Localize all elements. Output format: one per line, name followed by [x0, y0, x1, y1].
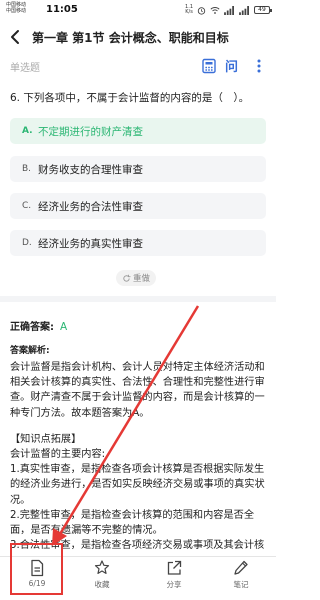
redo-button[interactable]: 重做 — [116, 270, 157, 286]
correct-answer: 正确答案: A — [10, 318, 67, 333]
calculator-button[interactable] — [200, 57, 218, 75]
option-text: 经济业务的合法性审查 — [38, 200, 143, 213]
knowledge-title: 【知识点拓展】 — [10, 433, 82, 445]
section-divider — [0, 296, 276, 302]
option-a[interactable]: A. 不定期进行的财产清查 — [10, 118, 266, 144]
back-arrow-icon — [11, 30, 19, 44]
carrier-2: 中国移动 — [6, 8, 27, 14]
favorite-label: 收藏 — [94, 580, 110, 589]
signal-icon-2 — [239, 5, 249, 15]
status-icons: 1.1 K/s 49 — [185, 4, 272, 16]
net-speed-unit: K/s — [185, 9, 193, 15]
svg-text:问: 问 — [225, 59, 238, 75]
signal-icon — [224, 5, 234, 15]
correct-answer-value: A — [60, 321, 68, 333]
carrier-info: 中国移动 中国移动 — [6, 2, 26, 14]
back-button[interactable] — [6, 26, 26, 48]
knowledge-point-2: 2.完整性审查，是指检查会计核算的范围和内容是否全面，是否有遗漏等不完整的情况。 — [10, 509, 255, 537]
option-d[interactable]: D. 经济业务的真实性审查 — [10, 230, 266, 256]
battery-icon: 49 — [254, 6, 272, 14]
knowledge-point-1: 1.真实性审查，是指检查各项会计核算是否根据实际发生的经济业务进行，是否如实反映… — [10, 464, 265, 506]
option-text: 经济业务的真实性审查 — [38, 237, 143, 250]
pen-icon — [234, 560, 248, 575]
net-speed: 1.1 K/s — [185, 5, 193, 15]
status-bar: 中国移动 中国移动 11:05 1.1 K/s 49 — [0, 0, 276, 22]
page-title: 第一章 第1节 会计概念、职能和目标 — [32, 31, 229, 45]
notes-label: 笔记 — [233, 580, 249, 589]
star-icon — [94, 560, 110, 574]
notes-button[interactable]: 笔记 — [216, 559, 266, 599]
question-text: 6. 下列各项中，不属于会计监督的内容的是（ ）。 — [10, 92, 250, 104]
calculator-icon — [202, 58, 216, 74]
option-letter: C. — [22, 201, 32, 211]
share-button[interactable]: 分享 — [149, 559, 199, 599]
redo-icon — [123, 274, 131, 282]
option-text: 不定期进行的财产清查 — [38, 125, 143, 138]
question-icon: 问 — [225, 59, 238, 75]
correct-answer-label: 正确答案: — [10, 322, 54, 333]
nav-bar: 第一章 第1节 会计概念、职能和目标 — [0, 22, 276, 52]
alarm-icon — [197, 6, 206, 15]
question-toolbar: 单选题 问 — [0, 54, 276, 78]
analysis-body: 会计监督是指会计机构、会计人员对特定主体经济活动和相关会计核算的真实性、合法性、… — [10, 360, 268, 553]
analysis-label: 答案解析: — [10, 346, 50, 356]
share-icon — [167, 560, 182, 575]
option-b[interactable]: B. 财务收支的合理性审查 — [10, 156, 266, 182]
highlight-box — [10, 543, 63, 595]
option-letter: D. — [22, 238, 32, 248]
option-letter: A. — [22, 126, 33, 136]
favorite-button[interactable]: 收藏 — [77, 559, 127, 599]
clock: 11:05 — [46, 4, 78, 15]
analysis-paragraph: 会计监督是指会计机构、会计人员对特定主体经济活动和相关会计核算的真实性、合法性、… — [10, 362, 265, 419]
option-text: 财务收支的合理性审查 — [38, 163, 143, 176]
wifi-icon — [210, 6, 220, 14]
option-letter: B. — [22, 164, 32, 174]
more-icon — [257, 59, 261, 73]
share-label: 分享 — [166, 580, 182, 589]
question-feedback-button[interactable]: 问 — [224, 57, 242, 75]
option-c[interactable]: C. 经济业务的合法性审查 — [10, 193, 266, 219]
question-type-label: 单选题 — [10, 63, 40, 74]
knowledge-intro: 会计监督的主要内容: — [10, 449, 106, 461]
more-button[interactable] — [250, 57, 268, 75]
redo-label: 重做 — [133, 274, 151, 284]
